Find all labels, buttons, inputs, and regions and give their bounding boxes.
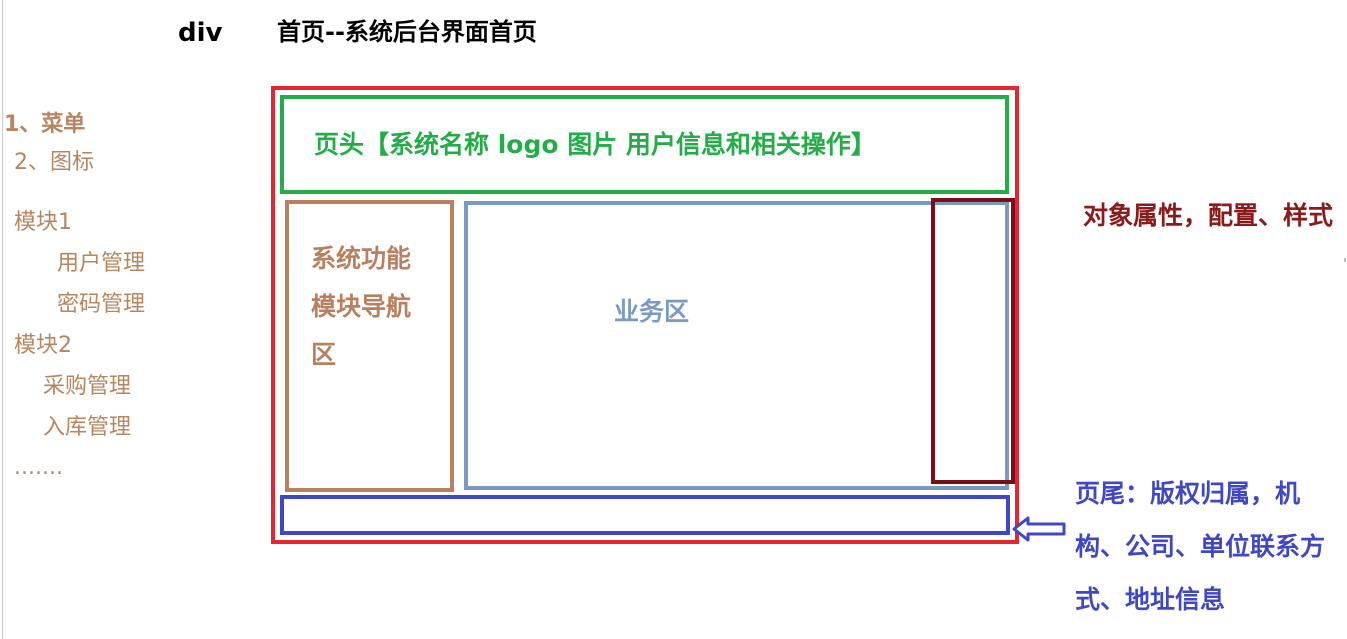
menu-item-ellipsis: ....... [14, 455, 63, 480]
attributes-region [931, 198, 1015, 484]
menu-item-module1: 模块1 [14, 210, 72, 235]
attributes-label: 对象属性，配置、样式 [1083, 201, 1334, 230]
page-title: 首页--系统后台界面首页 [277, 18, 537, 46]
menu-item-icon: 2、图标 [14, 150, 94, 175]
page-edge-line [2, 0, 3, 639]
business-label: 业务区 [614, 297, 690, 326]
nav-label: 系统功能模块导航区 [311, 244, 412, 369]
left-arrow-icon [1012, 516, 1066, 542]
menu-item-user-management: 用户管理 [57, 251, 146, 276]
div-label: div [178, 18, 223, 48]
footer-region [280, 495, 1010, 535]
menu-item-password-management: 密码管理 [57, 292, 146, 317]
header-label: 页头【系统名称 logo 图片 用户信息和相关操作】 [314, 130, 876, 159]
menu-item-module2: 模块2 [14, 333, 72, 358]
business-region [464, 201, 1009, 490]
menu-item-menu: 1、菜单 [4, 112, 86, 137]
menu-item-warehouse-management: 入库管理 [43, 415, 132, 440]
footer-label: 页尾：版权归属，机构、公司、单位联系方式、地址信息 [1075, 479, 1326, 614]
edge-mark [1344, 258, 1346, 262]
menu-item-purchase-management: 采购管理 [43, 374, 132, 399]
